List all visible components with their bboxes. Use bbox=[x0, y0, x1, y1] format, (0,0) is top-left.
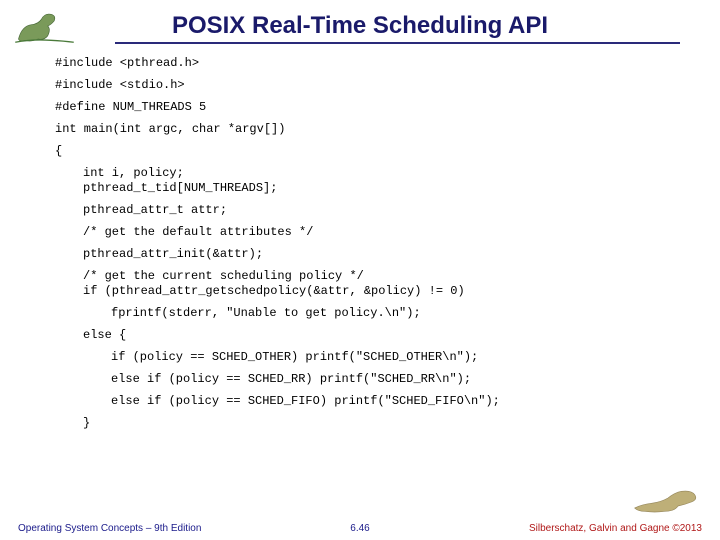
code-block: int i, policy; pthread_t_tid[NUM_THREADS… bbox=[55, 166, 680, 196]
slide: POSIX Real-Time Scheduling API #include … bbox=[0, 0, 720, 540]
code-line: /* get the current scheduling policy */ bbox=[83, 269, 680, 284]
code-line: else if (policy == SCHED_FIFO) printf("S… bbox=[55, 394, 680, 409]
code-line: if (policy == SCHED_OTHER) printf("SCHED… bbox=[55, 350, 680, 365]
code-line: else { bbox=[55, 328, 680, 343]
code-line: int i, policy; bbox=[83, 166, 680, 181]
code-block: /* get the current scheduling policy */ … bbox=[55, 269, 680, 299]
code-line: if (pthread_attr_getschedpolicy(&attr, &… bbox=[83, 284, 680, 299]
dinosaur-left-icon bbox=[12, 6, 77, 46]
code-line: fprintf(stderr, "Unable to get policy.\n… bbox=[55, 306, 680, 321]
code-line: { bbox=[55, 144, 680, 159]
slide-title: POSIX Real-Time Scheduling API bbox=[20, 8, 700, 40]
code-line: #define NUM_THREADS 5 bbox=[55, 100, 680, 115]
footer-left: Operating System Concepts – 9th Edition bbox=[18, 523, 201, 534]
code-line: #include <stdio.h> bbox=[55, 78, 680, 93]
dinosaur-right-icon bbox=[628, 478, 708, 518]
header: POSIX Real-Time Scheduling API bbox=[0, 0, 720, 48]
code-line: /* get the default attributes */ bbox=[55, 225, 680, 240]
code-line: } bbox=[55, 416, 680, 431]
code-line: else if (policy == SCHED_RR) printf("SCH… bbox=[55, 372, 680, 387]
footer-page-number: 6.46 bbox=[350, 523, 369, 534]
code-content: #include <pthread.h> #include <stdio.h> … bbox=[0, 48, 720, 431]
footer: Operating System Concepts – 9th Edition … bbox=[0, 523, 720, 534]
code-line: pthread_attr_t attr; bbox=[55, 203, 680, 218]
code-line: pthread_t_tid[NUM_THREADS]; bbox=[83, 181, 680, 196]
code-line: pthread_attr_init(&attr); bbox=[55, 247, 680, 262]
title-underline bbox=[115, 42, 680, 44]
code-line: int main(int argc, char *argv[]) bbox=[55, 122, 680, 137]
code-line: #include <pthread.h> bbox=[55, 56, 680, 71]
footer-right: Silberschatz, Galvin and Gagne ©2013 bbox=[529, 523, 702, 534]
